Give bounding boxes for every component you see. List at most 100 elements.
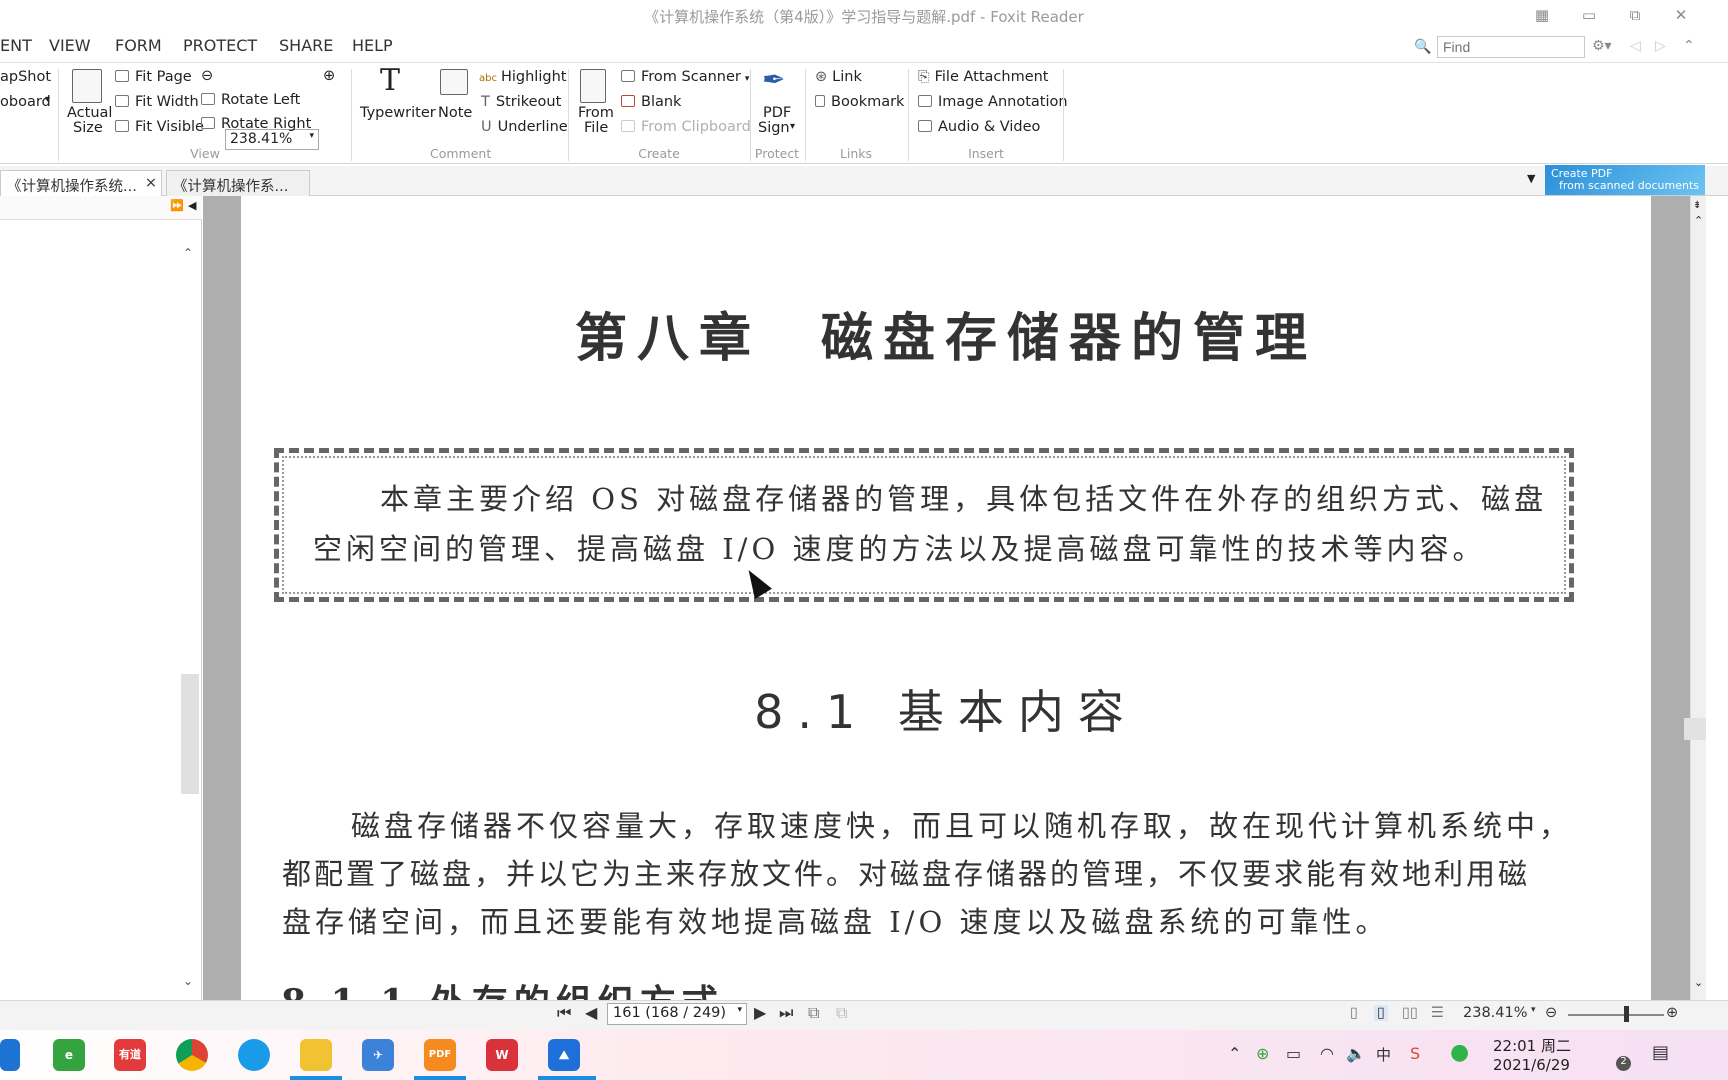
clock-date[interactable]: 2021/6/29 [1493, 1056, 1570, 1074]
pdf-sign-icon[interactable]: ✒ [762, 63, 785, 96]
tab-list-dropdown-icon[interactable]: ▼ [1527, 172, 1535, 185]
menu-view[interactable]: VIEW [49, 36, 91, 55]
page-dropdown-icon[interactable]: ▾ [737, 1005, 742, 1015]
actual-size-icon[interactable] [72, 69, 102, 103]
wifi-icon[interactable]: ◠ [1320, 1044, 1334, 1063]
panel-scroll-down-icon[interactable]: ⌄ [183, 974, 193, 988]
snapshot-button[interactable]: apShot [0, 69, 51, 85]
feishu-app-icon[interactable]: ✈ [362, 1039, 394, 1071]
abstract-line-2: 空闲空间的管理、提高磁盘 I/O 速度的方法以及提高磁盘可靠性的技术等内容。 [313, 532, 1486, 566]
close-tab-icon[interactable]: × [145, 175, 157, 191]
image-annotation-button: Image Annotation [918, 94, 1068, 110]
tab-document-2[interactable]: 《计算机操作系... [166, 170, 310, 196]
menu-share[interactable]: SHARE [279, 36, 333, 55]
next-page-icon[interactable]: ▶ [754, 1003, 766, 1022]
expand-panel-icon[interactable]: ⏩ [170, 199, 184, 212]
restore-button[interactable]: ⧉ [1613, 2, 1657, 28]
photos-app-icon[interactable]: ⛰ [548, 1039, 580, 1071]
audio-video-button: Audio & Video [918, 119, 1040, 135]
actual-size-label-2[interactable]: Size [73, 120, 103, 136]
facing-page-icon[interactable]: ▯▯ [1402, 1005, 1418, 1021]
volume-icon[interactable]: 🔈 [1346, 1044, 1366, 1063]
battery-icon[interactable]: ▭ [1286, 1044, 1301, 1063]
ie-browser-icon[interactable]: e [53, 1039, 85, 1071]
pdf-sign-dropdown-icon[interactable]: ▾ [790, 121, 795, 132]
split-icon[interactable]: ⇟ [1693, 200, 1701, 211]
tray-expand-icon[interactable]: ⌃ [1228, 1044, 1241, 1063]
mail-app-icon[interactable] [0, 1039, 20, 1071]
document-scrollbar-thumb[interactable] [1684, 718, 1706, 740]
status-zoom-in-icon[interactable]: ⊕ [1666, 1005, 1678, 1021]
action-center-icon[interactable]: ▤ [1652, 1042, 1669, 1063]
note-icon[interactable] [440, 69, 468, 95]
status-zoom-out-icon[interactable]: ⊖ [1545, 1005, 1557, 1021]
pdf-sign-label-1[interactable]: PDF [763, 105, 791, 121]
create-pdf-banner[interactable]: Create PDF from scanned documents [1545, 165, 1705, 195]
page-number-input[interactable]: 161 (168 / 249) ▾ [607, 1003, 747, 1025]
typewriter-icon[interactable]: T [380, 63, 400, 98]
settings-gear-icon[interactable]: ⚙▾ [1592, 38, 1612, 54]
next-view-icon[interactable]: ⧉ [836, 1003, 847, 1023]
status-zoom-dropdown-icon[interactable]: ▾ [1531, 1005, 1536, 1015]
collapse-panel-icon[interactable]: ◀ [188, 199, 196, 212]
actual-size-label-1[interactable]: Actual [67, 105, 112, 121]
zoom-in-icon[interactable]: ⊕ [323, 68, 335, 84]
collapse-ribbon-icon[interactable]: ⌃ [1683, 38, 1695, 54]
single-page-icon[interactable]: ▯ [1350, 1005, 1358, 1021]
zoom-slider-knob[interactable] [1624, 1006, 1629, 1022]
edge-browser-icon[interactable] [238, 1039, 270, 1071]
wps-app-icon[interactable]: W [486, 1039, 518, 1071]
find-prev-icon[interactable]: ◁ [1630, 38, 1641, 54]
pdf-sign-label-2[interactable]: Sign [758, 120, 790, 136]
youdao-app-icon[interactable]: 有道 [114, 1039, 146, 1071]
clock-time[interactable]: 22:01 周二 [1493, 1035, 1571, 1056]
typewriter-button[interactable]: Typewriter [360, 105, 436, 121]
clipboard-dropdown-icon[interactable]: ▾ [45, 94, 50, 105]
continuous-facing-icon[interactable]: ☰ [1431, 1005, 1444, 1021]
explorer-active-indicator [290, 1076, 342, 1080]
from-file-icon[interactable] [580, 69, 606, 103]
section-heading: 8.1 基本内容 [754, 685, 1138, 739]
input-method-icon[interactable]: 中 [1376, 1044, 1391, 1065]
zoom-out-icon[interactable]: ⊖ [201, 68, 213, 84]
document-scrollbar[interactable]: ⇟ ⌃ ⌄ [1690, 196, 1706, 1000]
note-button[interactable]: Note [438, 105, 472, 121]
menu-help[interactable]: HELP [352, 36, 393, 55]
foxit-reader-icon[interactable]: PDF [424, 1039, 456, 1071]
find-input[interactable] [1437, 36, 1585, 58]
close-button[interactable]: ✕ [1659, 2, 1703, 28]
first-page-icon[interactable]: ⏮ [557, 1003, 571, 1023]
clipboard-button[interactable]: oboard [0, 94, 51, 110]
panel-scroll-up-icon[interactable]: ⌃ [183, 246, 193, 260]
tray-app-icon[interactable]: ⊕ [1256, 1044, 1269, 1063]
zoom-dropdown-icon[interactable]: ▾ [309, 131, 314, 141]
underline-icon: U [481, 119, 492, 135]
menu-comment[interactable]: ENT [0, 36, 32, 55]
file-explorer-icon[interactable] [300, 1039, 332, 1071]
rotate-right-button: Rotate Right [201, 116, 311, 132]
chrome-browser-icon[interactable] [176, 1039, 208, 1071]
ribbon-toggle-icon[interactable]: ▦ [1520, 2, 1564, 28]
folder-search-icon[interactable]: 🔍 [1414, 39, 1431, 55]
last-page-icon[interactable]: ⏭ [779, 1003, 793, 1023]
zoom-slider[interactable] [1568, 1014, 1664, 1016]
from-file-label-2[interactable]: File [584, 120, 608, 136]
previous-view-icon[interactable]: ⧉ [808, 1003, 819, 1023]
tab-document-1[interactable]: 《计算机操作系统... × [0, 170, 162, 196]
from-file-label-1[interactable]: From [578, 105, 614, 121]
find-next-icon[interactable]: ▷ [1655, 38, 1666, 54]
wechat-tray-icon[interactable]: ● [1450, 1040, 1469, 1065]
continuous-page-icon[interactable]: ▯ [1374, 1005, 1388, 1021]
previous-page-icon[interactable]: ◀ [585, 1003, 597, 1022]
menu-protect[interactable]: PROTECT [183, 36, 257, 55]
sogou-input-icon[interactable]: S [1410, 1044, 1420, 1063]
zoom-input[interactable]: 238.41% ▾ [225, 129, 319, 150]
scroll-down-icon[interactable]: ⌄ [1694, 976, 1703, 989]
highlight-button: abc Highlight [479, 69, 567, 85]
minimize-button[interactable]: ▭ [1567, 2, 1611, 28]
status-zoom-value[interactable]: 238.41% [1463, 1005, 1528, 1021]
scroll-up-icon[interactable]: ⌃ [1694, 214, 1703, 227]
scanner-dropdown-icon[interactable]: ▾ [745, 74, 750, 84]
menu-form[interactable]: FORM [115, 36, 162, 55]
panel-scrollbar-thumb[interactable] [181, 674, 199, 794]
